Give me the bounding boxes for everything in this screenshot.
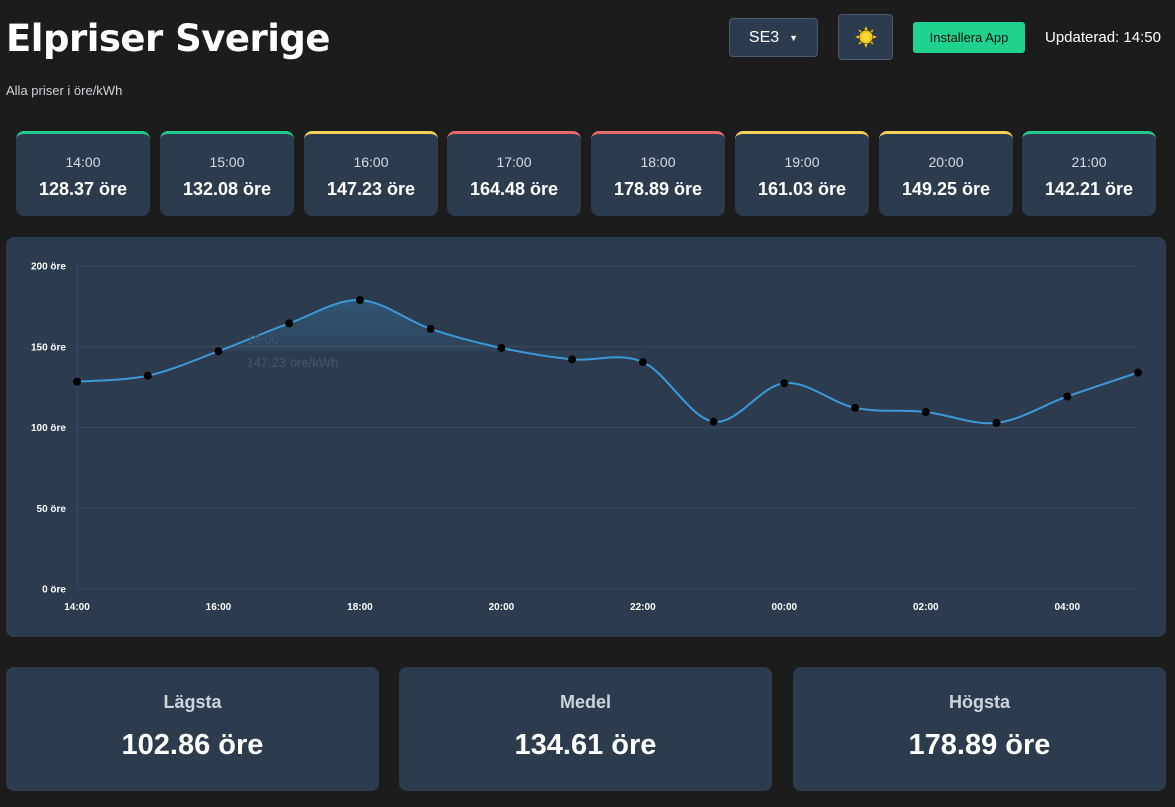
theme-toggle-button[interactable] — [838, 14, 893, 60]
stat-label: Medel — [559, 692, 611, 712]
stat-value: 178.89 öre — [908, 729, 1051, 761]
hour-price: 142.21 öre — [1044, 179, 1134, 199]
x-tick-label: 02:00 — [913, 602, 939, 613]
y-tick-label: 200 öre — [31, 262, 66, 273]
hour-price: 132.08 öre — [182, 179, 272, 199]
stat-card-average: Medel 134.61 öre — [399, 667, 772, 791]
data-point — [143, 371, 152, 380]
data-point — [355, 296, 364, 305]
data-point — [214, 347, 223, 356]
hour-time: 20:00 — [928, 154, 964, 170]
y-tick-label: 150 öre — [31, 342, 66, 353]
x-tick-label: 20:00 — [489, 602, 515, 613]
data-point — [73, 377, 81, 386]
hour-time: 21:00 — [1071, 154, 1107, 170]
x-tick-label: 00:00 — [772, 602, 798, 613]
hour-price: 164.48 öre — [469, 179, 559, 199]
x-tick-label: 04:00 — [1054, 602, 1080, 613]
tooltip-value: 147.23 öre/kWh — [246, 355, 338, 370]
chevron-down-icon: ▼ — [789, 32, 799, 43]
hour-time: 19:00 — [784, 154, 820, 170]
install-app-button[interactable]: Installera App — [913, 22, 1025, 53]
hour-card: 18:00 178.89 öre — [591, 131, 725, 216]
hour-price: 178.89 öre — [613, 179, 703, 199]
x-tick-label: 22:00 — [630, 602, 656, 613]
price-chart-svg[interactable]: 0 öre 50 öre 100 öre 150 öre 200 öre 16:00 147… — [6, 237, 1166, 637]
data-point — [497, 343, 506, 352]
unit-subtitle: Alla priser i öre/kWh — [6, 83, 123, 98]
y-tick-label: 100 öre — [31, 423, 66, 434]
hour-card: 20:00 149.25 öre — [879, 131, 1013, 216]
data-point — [992, 418, 1001, 427]
data-point — [568, 355, 577, 364]
data-point — [426, 324, 435, 333]
hour-time: 16:00 — [353, 154, 389, 170]
stat-card-highest: Högsta 178.89 öre — [793, 667, 1166, 791]
region-select[interactable]: SE3 ▼ — [729, 18, 818, 57]
hour-card: 14:00 128.37 öre — [16, 131, 150, 216]
data-point — [709, 417, 718, 426]
y-tick-label: 0 öre — [42, 585, 66, 596]
hour-price: 147.23 öre — [326, 179, 416, 199]
hour-card: 21:00 142.21 öre — [1022, 131, 1156, 216]
data-point — [285, 319, 294, 328]
page-title: Elpriser Sverige — [6, 17, 331, 60]
hour-price: 161.03 öre — [757, 179, 847, 199]
tooltip-time: 16:00 — [246, 332, 279, 347]
sun-icon — [854, 26, 877, 48]
hour-price: 149.25 öre — [901, 179, 991, 199]
data-point — [1134, 368, 1142, 377]
data-point — [851, 403, 860, 412]
hour-time: 17:00 — [496, 154, 532, 170]
hour-price: 128.37 öre — [38, 179, 128, 199]
stat-value: 134.61 öre — [514, 729, 657, 761]
hour-card: 17:00 164.48 öre — [447, 131, 581, 216]
series-line — [76, 299, 1139, 425]
y-tick-label: 50 öre — [37, 504, 67, 515]
stat-card-lowest: Lägsta 102.86 öre — [6, 667, 379, 791]
data-point — [780, 379, 789, 388]
updated-timestamp: Updaterad: 14:50 — [1045, 29, 1161, 46]
x-tick-label: 14:00 — [64, 602, 90, 613]
hour-time: 14:00 — [65, 154, 101, 170]
x-tick-label: 16:00 — [206, 602, 232, 613]
hour-card: 15:00 132.08 öre — [160, 131, 294, 216]
data-point — [1063, 392, 1072, 401]
data-point — [921, 407, 930, 416]
stat-label: Högsta — [948, 692, 1010, 712]
hour-time: 18:00 — [640, 154, 676, 170]
x-tick-label: 18:00 — [347, 602, 373, 613]
stat-label: Lägsta — [163, 692, 222, 712]
region-select-value: SE3 — [748, 28, 780, 46]
hour-card: 16:00 147.23 öre — [304, 131, 438, 216]
hour-card: 19:00 161.03 öre — [735, 131, 869, 216]
data-point — [638, 358, 647, 367]
hour-time: 15:00 — [209, 154, 245, 170]
stat-value: 102.86 öre — [121, 729, 264, 761]
price-chart[interactable]: 0 öre 50 öre 100 öre 150 öre 200 öre 16:00 147… — [6, 237, 1166, 637]
